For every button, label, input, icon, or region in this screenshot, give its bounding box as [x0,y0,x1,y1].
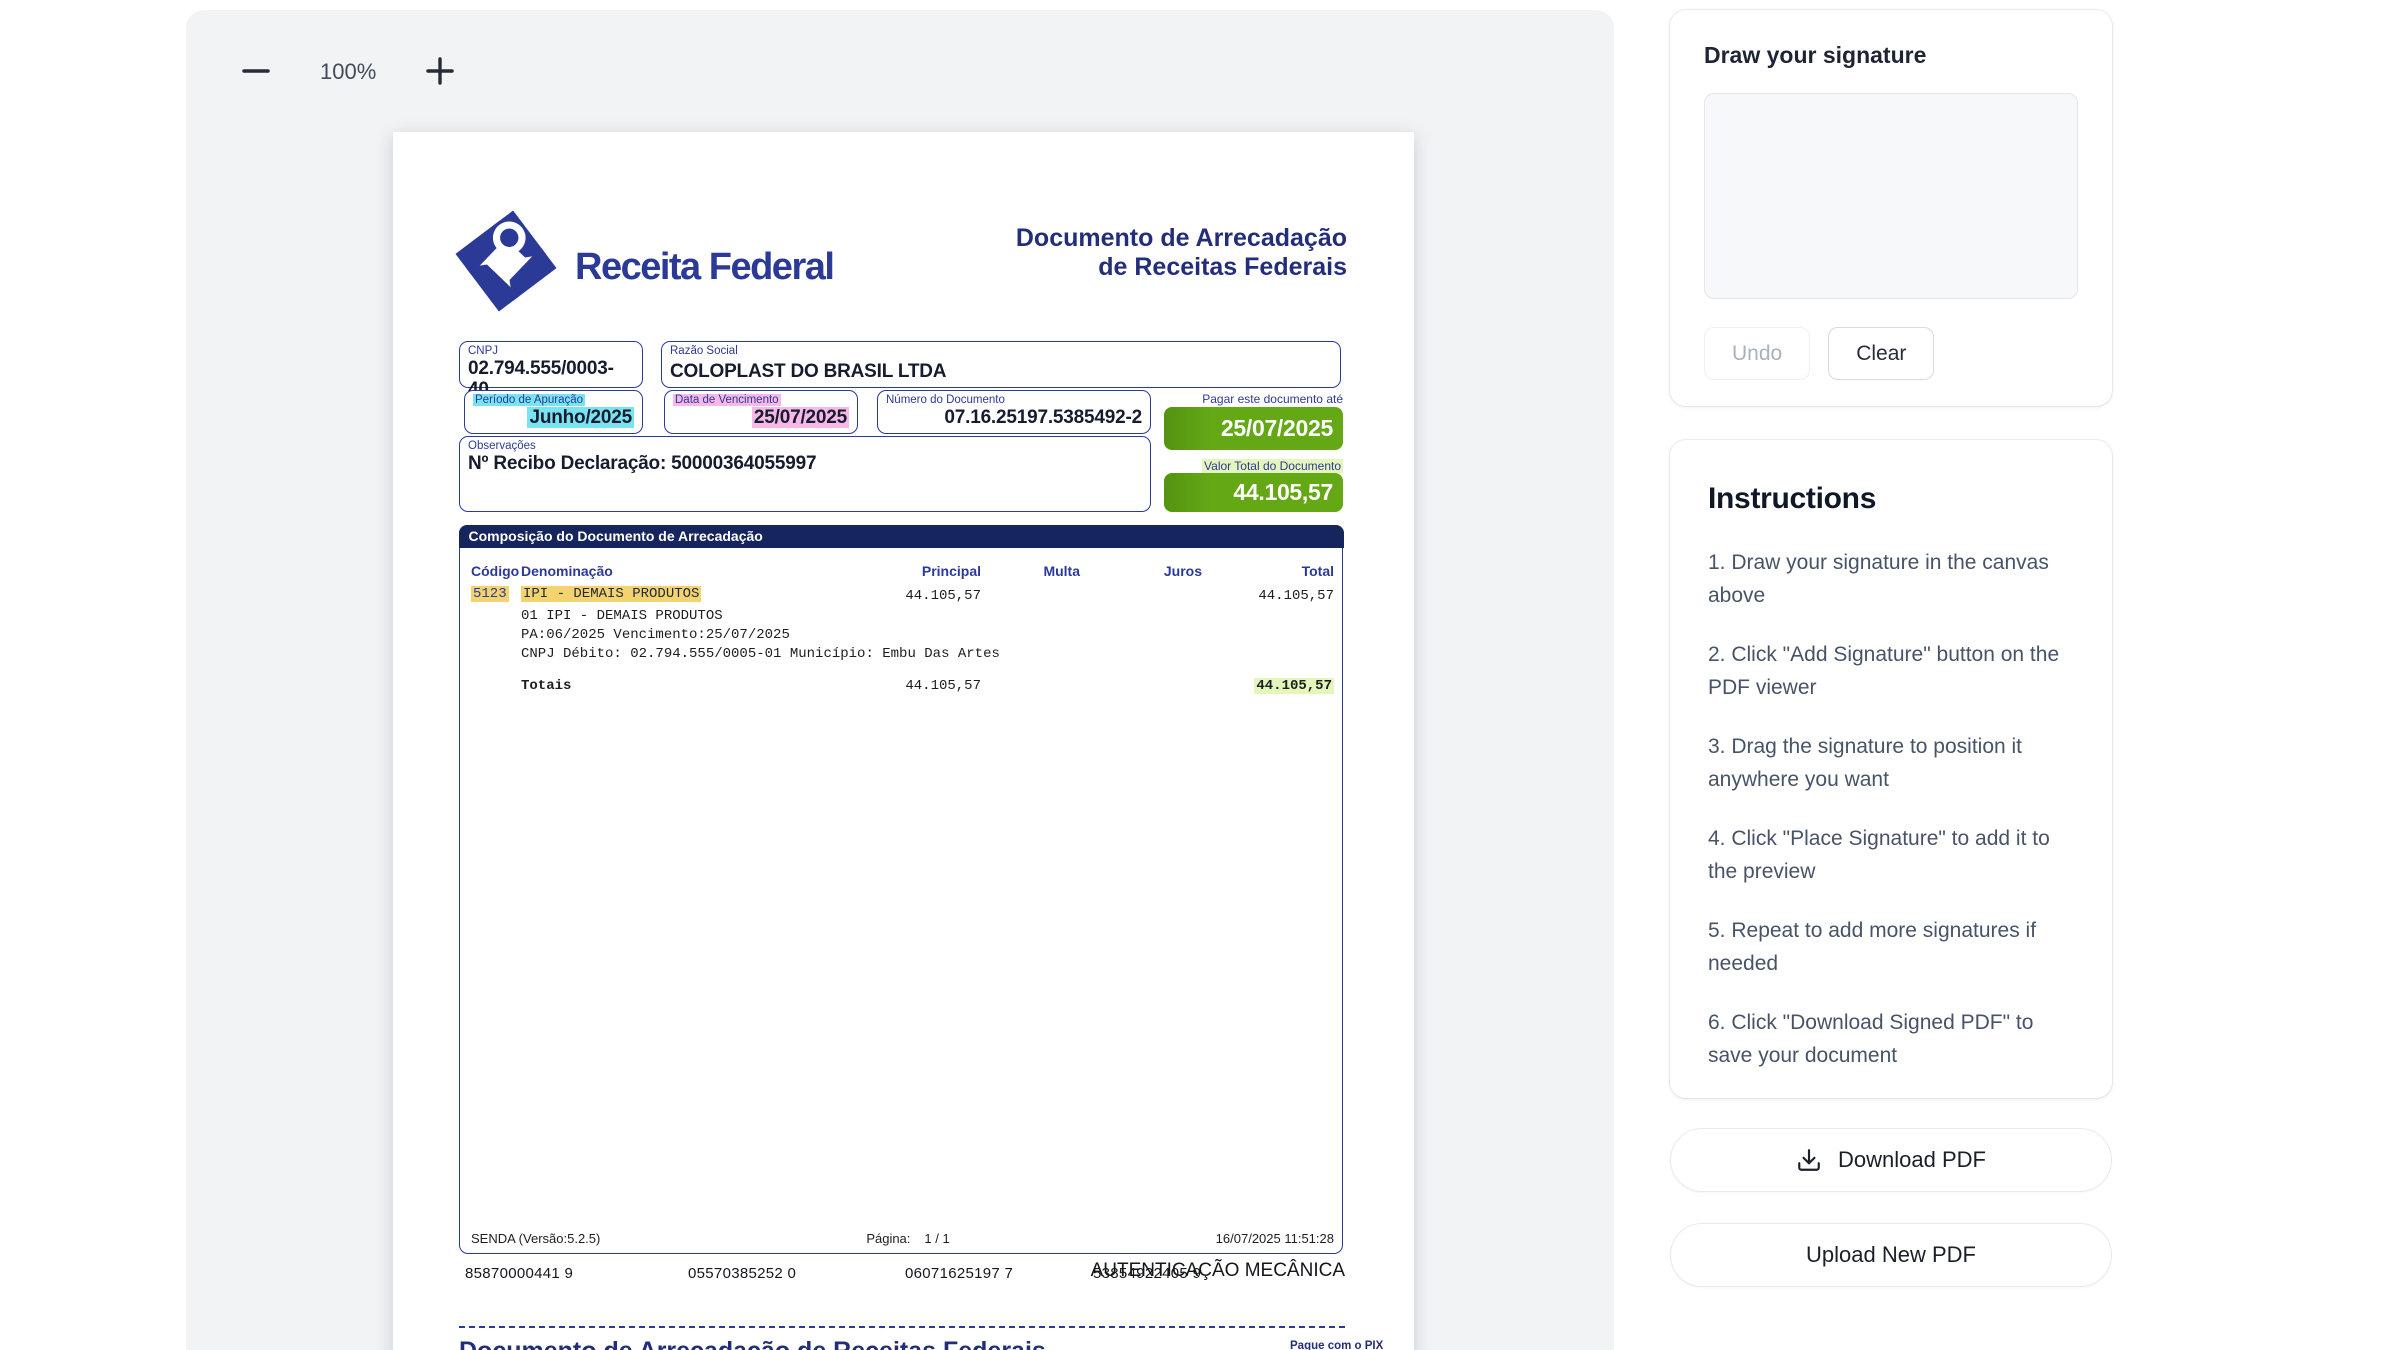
pdf-page: Receita Federal Documento de Arrecadação… [393,132,1414,1350]
undo-button[interactable]: Undo [1704,327,1810,380]
document-title: Documento de Arrecadação de Receitas Fed… [1016,224,1347,282]
numero-documento-value: 07.16.25197.5385492-2 [886,407,1142,428]
col-juros: Juros [1164,563,1202,579]
pagar-ate-value: 25/07/2025 [1221,415,1333,442]
download-pdf-button[interactable]: Download PDF [1670,1128,2112,1192]
zoom-in-button[interactable] [420,52,460,92]
pagar-ate-label: Pagar este documento até [993,392,1343,406]
signature-card-title: Draw your signature [1704,42,2078,69]
row-detail: PA:06/2025 Vencimento:25/07/2025 [521,627,790,643]
signature-canvas[interactable] [1704,93,2078,299]
field-data-vencimento: Data de Vencimento 25/07/2025 [664,390,858,434]
field-periodo-apuracao: Período de Apuração Junho/2025 [464,390,643,434]
razao-social-value: COLOPLAST DO BRASIL LTDA [670,361,1332,382]
row-total: 44.105,57 [1258,588,1334,604]
download-icon [1796,1147,1822,1173]
receita-federal-logo-icon [455,210,557,317]
zoom-toolbar: 100% [236,52,460,92]
totais-principal: 44.105,57 [905,678,981,694]
barcode-number: 05570385252 0 [688,1265,796,1282]
instruction-step: 2. Click "Add Signature" button on the P… [1708,638,2074,704]
footer-datetime: 16/07/2025 11:51:28 [1216,1231,1334,1246]
next-doc-title: Documento de Arrecadação de Receitas Fed… [459,1337,1046,1350]
minus-icon [239,54,273,91]
footer-page-number: 1 / 1 [924,1231,949,1246]
instruction-step: 4. Click "Place Signature" to add it to … [1708,822,2074,888]
field-observacoes: Observações Nº Recibo Declaração: 500003… [459,436,1151,512]
footer-app-version: SENDA (Versão:5.2.5) [471,1231,600,1246]
pagar-ate-box: 25/07/2025 [1164,407,1343,450]
field-cnpj: CNPJ 02.794.555/0003-40 [459,341,643,388]
row-detail: CNPJ Débito: 02.794.555/0005-01 Municípi… [521,646,1000,662]
row-denominacao: IPI - DEMAIS PRODUTOS [521,586,701,602]
col-multa: Multa [1043,563,1080,579]
tear-line [459,1326,1345,1328]
row-codigo: 5123 [471,586,509,602]
instructions-title: Instructions [1708,482,2074,516]
composicao-header-bar: Composição do Documento de Arrecadação [459,525,1344,548]
instruction-step: 1. Draw your signature in the canvas abo… [1708,546,2074,612]
valor-total-value: 44.105,57 [1233,479,1333,506]
signature-card: Draw your signature Undo Clear [1670,10,2112,406]
instruction-step: 5. Repeat to add more signatures if need… [1708,914,2074,980]
col-denominacao: Denominação [521,563,613,579]
instruction-step: 6. Click "Download Signed PDF" to save y… [1708,1006,2074,1072]
col-principal: Principal [922,563,981,579]
field-razao-social: Razão Social COLOPLAST DO BRASIL LTDA [661,341,1341,388]
page-footer-row: SENDA (Versão:5.2.5) Página: 1 / 1 16/07… [460,1231,1342,1246]
zoom-level: 100% [320,59,376,85]
footer-page-label: Página: [866,1231,910,1246]
row-principal: 44.105,57 [905,588,981,604]
receita-federal-logo-text: Receita Federal [575,246,833,289]
composicao-section: Composição do Documento de Arrecadação C… [459,525,1343,1254]
valor-total-label: Valor Total do Documento [993,459,1343,473]
pix-label: Pague com o PIX [1290,1340,1383,1350]
pdf-viewer-panel: 100% Receita Federal Documen [186,10,1614,1350]
clear-button[interactable]: Clear [1828,327,1934,380]
col-codigo: Código [471,563,519,579]
plus-icon [423,54,457,91]
instruction-step: 3. Drag the signature to position it any… [1708,730,2074,796]
valor-total-box: 44.105,57 [1164,473,1343,512]
download-pdf-label: Download PDF [1838,1147,1986,1173]
zoom-out-button[interactable] [236,52,276,92]
barcode-number: 85870000441 9 [465,1265,573,1282]
row-detail: 01 IPI - DEMAIS PRODUTOS [521,608,723,624]
upload-new-pdf-button[interactable]: Upload New PDF [1670,1223,2112,1287]
col-total: Total [1302,563,1334,579]
periodo-value: Junho/2025 [527,407,634,428]
upload-new-pdf-label: Upload New PDF [1806,1242,1976,1268]
totais-label: Totais [521,678,571,694]
autenticacao-mecanica-label: AUTENTICAÇÃO MECÂNICA [993,1260,1345,1282]
vencimento-value: 25/07/2025 [752,407,849,428]
totais-total: 44.105,57 [1254,678,1334,694]
instructions-card: Instructions 1. Draw your signature in t… [1670,440,2112,1098]
